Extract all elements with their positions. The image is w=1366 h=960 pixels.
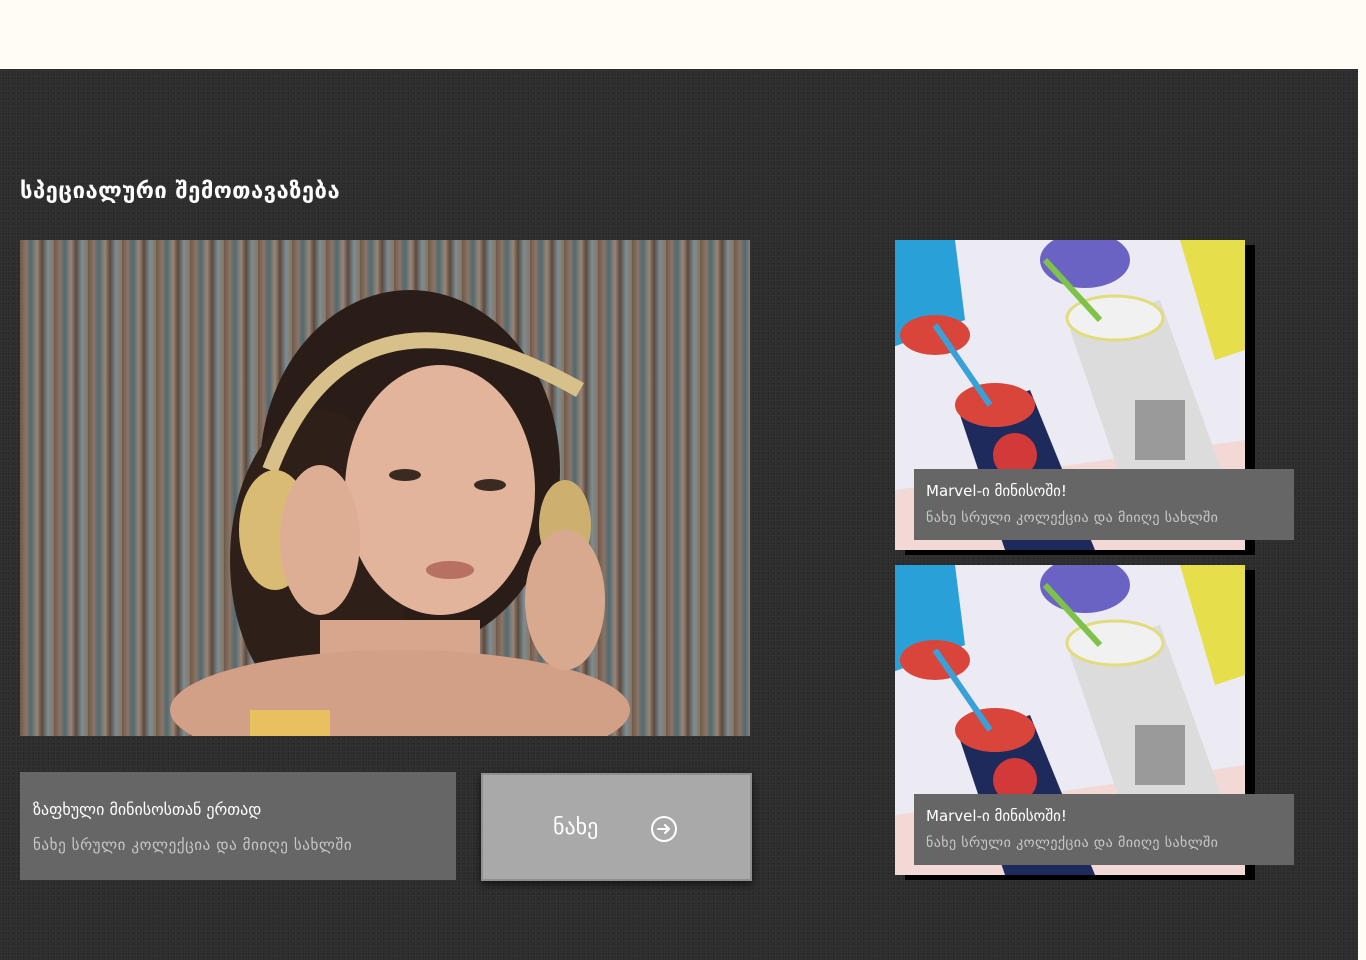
product-card-label[interactable]: Marvel-ი მინისოში! ნახე სრული კოლექცია დ…	[914, 794, 1294, 865]
hero-subtitle: ნახე სრული კოლექცია და მიიღე სახლში	[33, 836, 353, 854]
hero-photo	[170, 290, 630, 736]
section-title: სპეციალური შემოთავაზება	[20, 179, 341, 204]
card-title: Marvel-ი მინისოში!	[926, 482, 1067, 500]
hero-info-panel: ზაფხული მინისოსთან ერთად ნახე სრული კოლე…	[20, 772, 456, 880]
product-card-label[interactable]: Marvel-ი მინისოში! ნახე სრული კოლექცია დ…	[914, 469, 1294, 540]
hero-title: ზაფხული მინისოსთან ერთად	[33, 800, 262, 819]
card-subtitle: ნახე სრული კოლექცია და მიიღე სახლში	[926, 510, 1219, 526]
arrow-right-circle-icon	[649, 814, 679, 848]
hero-image[interactable]	[20, 240, 750, 736]
view-button-label: ნახე	[553, 815, 599, 840]
card-subtitle: ნახე სრული კოლექცია და მიიღე სახლში	[926, 835, 1219, 851]
view-button[interactable]: ნახე	[481, 773, 752, 881]
special-offer-section: სპეციალური შემოთავაზება ზაფხული მინისოსთ…	[0, 69, 1358, 960]
card-title: Marvel-ი მინისოში!	[926, 807, 1067, 825]
top-bar	[0, 0, 1366, 69]
